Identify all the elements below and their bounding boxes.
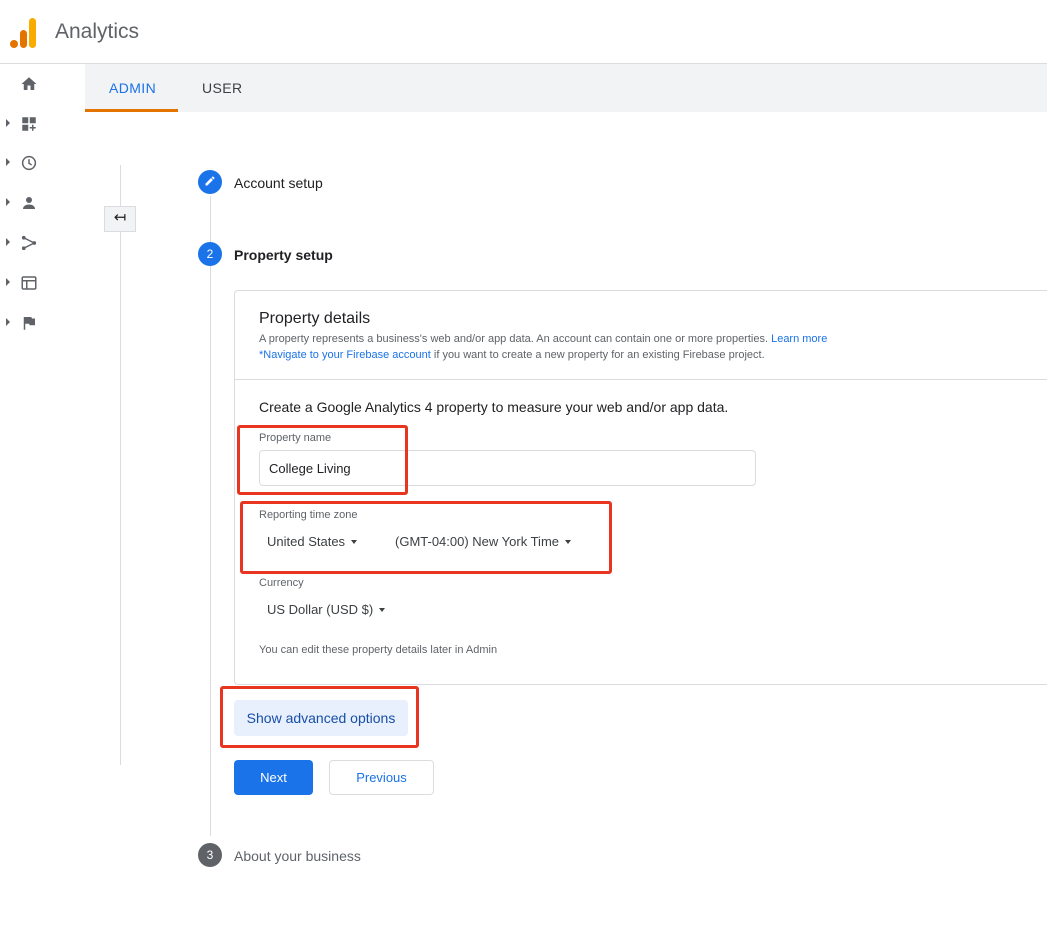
property-details-card: Property details A property represents a…	[234, 290, 1047, 685]
edit-later-note: You can edit these property details late…	[259, 644, 498, 656]
back-button[interactable]: ↤	[104, 206, 136, 232]
card-title: Property details	[259, 310, 371, 327]
property-name-input[interactable]	[259, 450, 756, 486]
expand-caret-icon	[6, 158, 10, 166]
currency-value: US Dollar (USD $)	[267, 602, 374, 617]
country-select[interactable]: United States	[267, 534, 358, 549]
card-description: A property represents a business's web a…	[259, 333, 827, 345]
firebase-link[interactable]: *Navigate to your Firebase account	[259, 349, 431, 361]
timezone-label: Reporting time zone	[259, 509, 358, 521]
currency-label: Currency	[259, 577, 304, 589]
top-bar: Analytics	[0, 0, 1047, 64]
app-title: Analytics	[55, 20, 140, 43]
learn-more-link[interactable]: Learn more	[771, 333, 827, 345]
rail-audience[interactable]	[0, 188, 60, 218]
rail-realtime[interactable]	[0, 148, 60, 178]
step-3-number: 3	[198, 843, 222, 867]
left-nav-rail	[0, 64, 85, 929]
dropdown-caret-icon	[379, 607, 386, 612]
rail-home[interactable]	[0, 69, 60, 99]
clock-icon	[21, 155, 37, 171]
property-name-label: Property name	[259, 432, 332, 444]
admin-user-tabs: ADMIN USER	[85, 64, 1047, 112]
country-value: United States	[267, 534, 346, 549]
card-divider	[235, 379, 1047, 380]
step-2-label: Property setup	[234, 247, 333, 263]
step-1-edit-icon	[198, 170, 222, 194]
expand-caret-icon	[6, 238, 10, 246]
rail-acquisition[interactable]	[0, 228, 60, 258]
expand-caret-icon	[6, 278, 10, 286]
previous-button[interactable]: Previous	[329, 760, 434, 795]
analytics-logo-icon[interactable]	[10, 16, 38, 48]
person-icon	[23, 197, 35, 209]
timezone-value: (GMT-04:00) New York Time	[395, 534, 559, 549]
step-3-label[interactable]: About your business	[234, 848, 361, 864]
firebase-description: *Navigate to your Firebase account if yo…	[259, 349, 765, 361]
dropdown-caret-icon	[565, 539, 571, 544]
home-icon	[21, 77, 37, 90]
description-text: A property represents a business's web a…	[259, 333, 772, 345]
firebase-description-text: if you want to create a new property for…	[430, 349, 765, 361]
acquisition-icon	[21, 235, 37, 251]
stepper-line	[210, 196, 211, 836]
dropdown-caret-icon	[351, 539, 358, 544]
rail-customization[interactable]	[0, 109, 60, 139]
expand-caret-icon	[6, 318, 10, 326]
rail-behavior[interactable]	[0, 268, 60, 298]
tab-admin[interactable]: ADMIN	[109, 80, 156, 96]
next-button[interactable]: Next	[234, 760, 313, 795]
step-1-label[interactable]: Account setup	[234, 175, 323, 191]
step-2-number: 2	[198, 242, 222, 266]
currency-select[interactable]: US Dollar (USD $)	[267, 602, 386, 617]
rail-conversions[interactable]	[0, 308, 60, 338]
show-advanced-options-button[interactable]: Show advanced options	[234, 700, 408, 736]
create-property-text: Create a Google Analytics 4 property to …	[259, 399, 729, 415]
timezone-select[interactable]: (GMT-04:00) New York Time	[395, 534, 571, 549]
expand-caret-icon	[6, 198, 10, 206]
window-icon	[21, 276, 37, 290]
flag-icon	[23, 317, 35, 330]
outer-divider-line	[120, 165, 121, 765]
dashboard-add-icon	[22, 117, 36, 131]
expand-caret-icon	[6, 119, 10, 127]
tab-user[interactable]: USER	[202, 80, 243, 96]
